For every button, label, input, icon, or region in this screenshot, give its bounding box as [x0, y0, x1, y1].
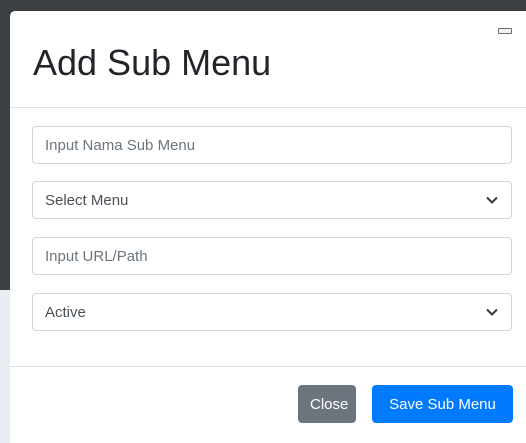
sub-menu-name-input[interactable] [32, 126, 512, 164]
menu-select-value: Select Menu [45, 191, 129, 209]
menu-select[interactable]: Select Menu [32, 181, 512, 219]
minimize-icon[interactable] [498, 28, 512, 34]
modal-header: Add Sub Menu [10, 11, 526, 108]
modal-title: Add Sub Menu [33, 42, 272, 83]
url-path-input[interactable] [32, 237, 512, 275]
save-sub-menu-button[interactable]: Save Sub Menu [372, 385, 513, 423]
status-select-value: Active [45, 303, 86, 321]
modal-footer: Close Save Sub Menu [10, 366, 526, 443]
close-button[interactable]: Close [298, 385, 356, 423]
status-select[interactable]: Active [32, 293, 512, 331]
add-sub-menu-modal: Add Sub Menu Select Menu Active Close Sa… [10, 11, 526, 443]
chevron-down-icon [485, 305, 499, 319]
chevron-down-icon [485, 193, 499, 207]
